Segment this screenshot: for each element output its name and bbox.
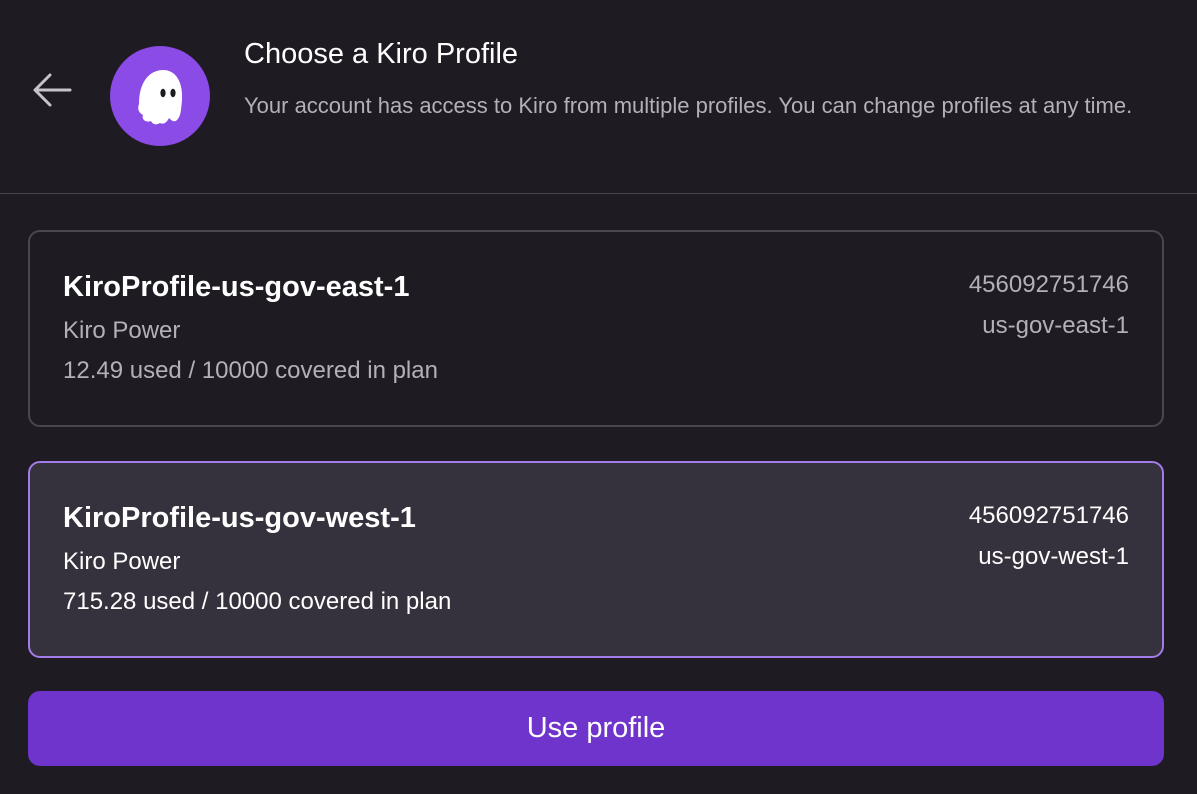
profile-plan: Kiro Power: [63, 548, 181, 575]
profile-card-us-gov-east-1[interactable]: KiroProfile-us-gov-east-1 Kiro Power 12.…: [28, 230, 1164, 427]
profile-account-id: 456092751746: [968, 502, 1129, 529]
arrow-left-icon: [33, 73, 72, 107]
profile-usage: 715.28 used / 10000 covered in plan: [63, 588, 452, 615]
profile-card-us-gov-west-1[interactable]: KiroProfile-us-gov-west-1 Kiro Power 715…: [28, 461, 1164, 658]
profile-usage: 12.49 used / 10000 covered in plan: [63, 357, 438, 384]
use-profile-button[interactable]: Use profile: [28, 691, 1164, 766]
profile-region: us-gov-west-1: [978, 543, 1129, 570]
profile-plan: Kiro Power: [63, 317, 181, 344]
kiro-logo: [110, 46, 210, 146]
page-subtitle: Your account has access to Kiro from mul…: [244, 93, 1133, 118]
page-header: Choose a Kiro Profile Your account has a…: [0, 0, 1197, 194]
profile-account-id: 456092751746: [968, 271, 1129, 298]
ghost-icon: [138, 70, 183, 125]
profile-name: KiroProfile-us-gov-west-1: [63, 502, 416, 534]
back-button[interactable]: [30, 70, 74, 110]
page-title: Choose a Kiro Profile: [244, 38, 519, 70]
profile-name: KiroProfile-us-gov-east-1: [63, 271, 410, 303]
profile-region: us-gov-east-1: [982, 312, 1129, 339]
